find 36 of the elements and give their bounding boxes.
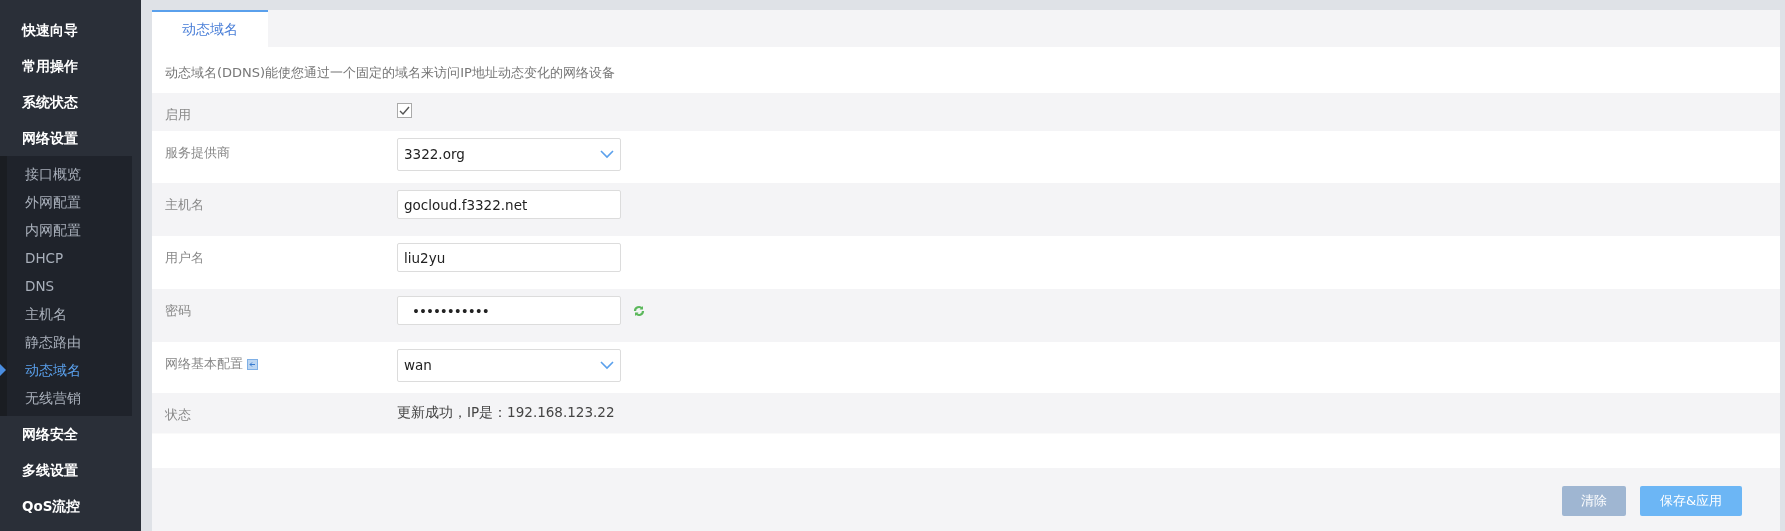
sidebar-subitem[interactable]: DNS	[7, 272, 132, 300]
tab[interactable]: 动态域名	[152, 10, 268, 47]
sidebar-item[interactable]: 多线设置	[0, 452, 141, 488]
sidebar-subitem[interactable]: 静态路由	[7, 328, 132, 356]
sidebar-item[interactable]: 网络安全	[0, 416, 141, 452]
field-label: 服务提供商	[165, 145, 230, 160]
status-text: 更新成功，IP是：192.168.123.22	[397, 403, 615, 422]
field-label: 启用	[165, 107, 191, 122]
field-label: 网络基本配置	[165, 356, 243, 371]
chevron-down-icon	[600, 361, 614, 370]
selection-pointer-icon	[0, 364, 6, 376]
enable-checkbox[interactable]	[397, 103, 412, 118]
sidebar-item[interactable]: 系统状态	[0, 84, 141, 120]
input-field[interactable]: liu2yu	[397, 243, 621, 272]
sidebar-subitem[interactable]: 内网配置	[7, 216, 132, 244]
sidebar-item[interactable]: 常用操作	[0, 48, 141, 84]
chevron-down-icon	[600, 150, 614, 159]
select-field[interactable]: wan	[397, 349, 621, 382]
sidebar-subitem[interactable]: 动态域名	[7, 356, 132, 384]
description-text: 动态域名(DDNS)能使您通过一个固定的域名来访问IP地址动态变化的网络设备	[164, 64, 616, 82]
field-label: 状态	[165, 407, 191, 422]
field-label: 主机名	[165, 197, 204, 212]
sidebar-item[interactable]: 网络设置	[0, 120, 141, 156]
sidebar-subitem[interactable]: 外网配置	[7, 188, 132, 216]
input-field[interactable]: gocloud.f3322.net	[397, 190, 621, 219]
input-field[interactable]: •••••••••••	[397, 296, 621, 325]
sidebar-item[interactable]: 快速向导	[0, 12, 141, 48]
sidebar-item[interactable]: QoS流控	[0, 488, 141, 524]
sidebar-subitem[interactable]: DHCP	[7, 244, 132, 272]
sidebar-subitem[interactable]: 主机名	[7, 300, 132, 328]
sidebar-subitem[interactable]: 无线营销	[7, 384, 132, 412]
field-label: 用户名	[165, 250, 204, 265]
refresh-icon[interactable]	[633, 304, 645, 317]
sidebar-subitem[interactable]: 接口概览	[7, 160, 132, 188]
field-label: 密码	[165, 303, 191, 318]
select-field[interactable]: 3322.org	[397, 138, 621, 171]
